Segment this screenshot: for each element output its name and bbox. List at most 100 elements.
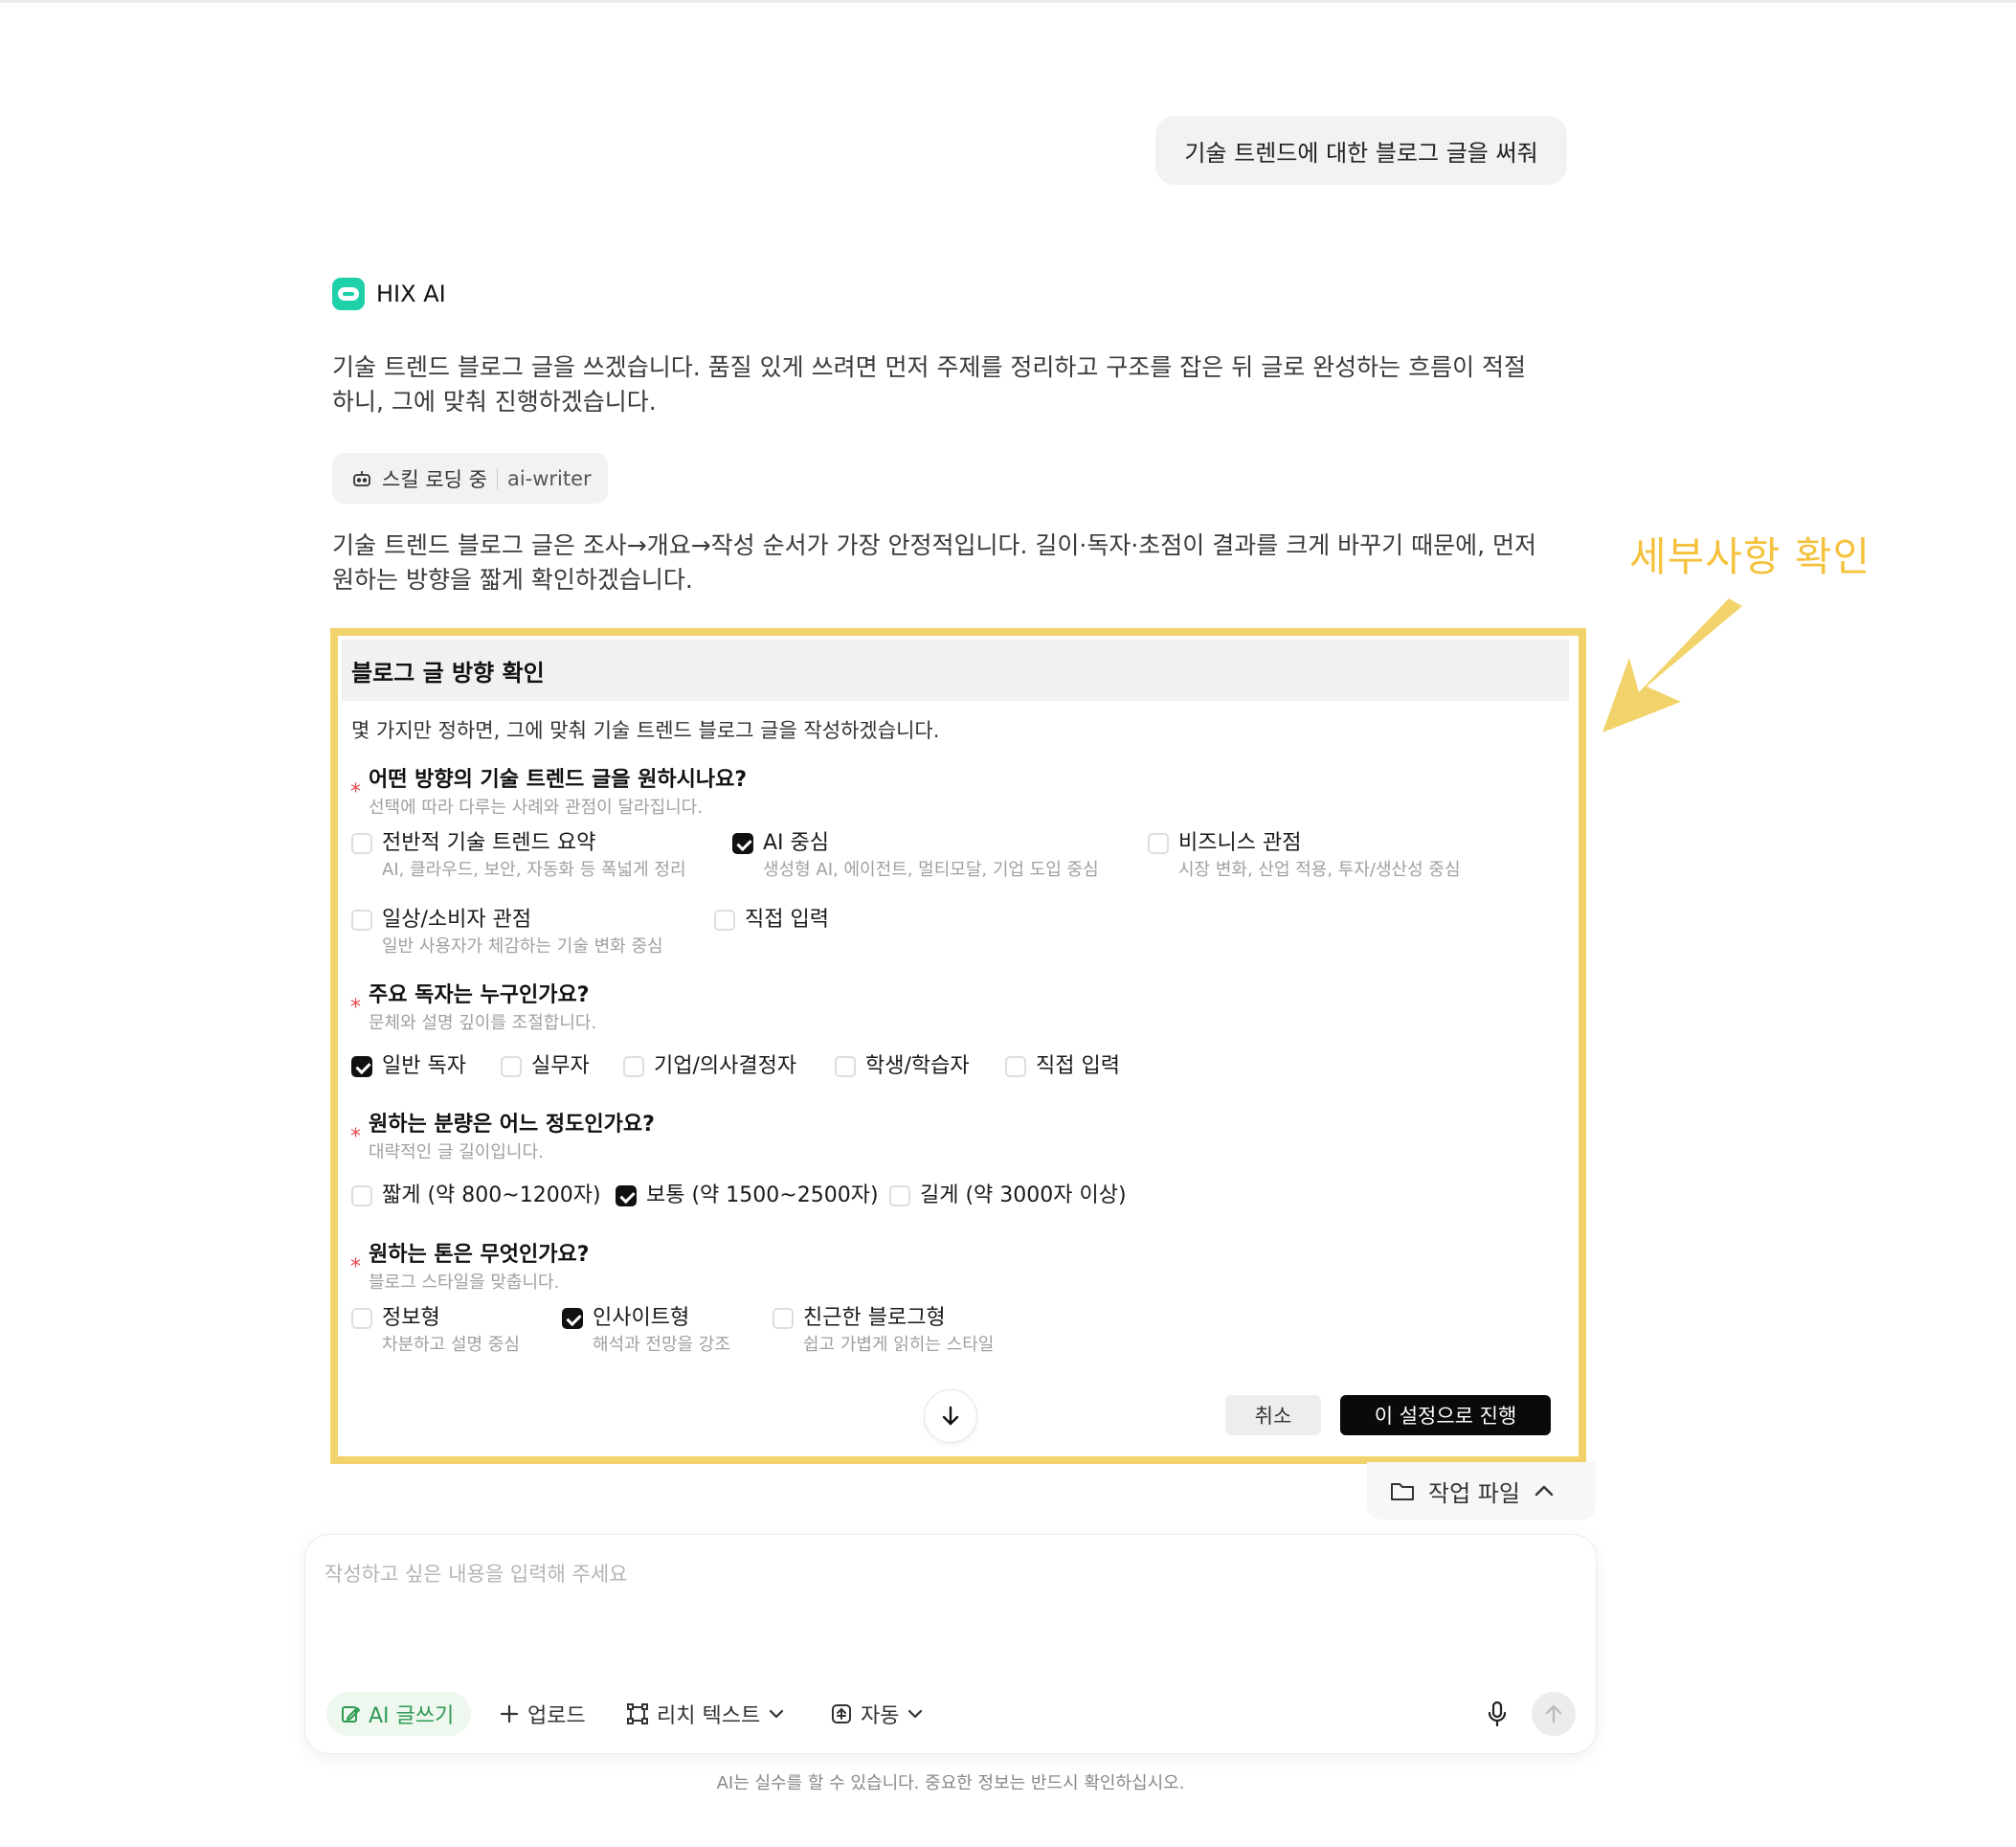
- assistant-intro-text: 기술 트렌드 블로그 글을 쓰겠습니다. 품질 있게 쓰려면 먼저 주제를 정리…: [332, 350, 1567, 419]
- option-label: 일반 독자: [382, 1054, 466, 1078]
- auto-mode-dropdown[interactable]: 자동: [830, 1692, 924, 1736]
- upload-label: 업로드: [527, 1704, 586, 1728]
- option-label: 짧게 (약 800~1200자): [382, 1183, 601, 1207]
- checkbox-checked[interactable]: [732, 833, 753, 854]
- checkbox[interactable]: [889, 1185, 910, 1206]
- option-desc: AI, 클라우드, 보안, 자동화 등 폭넓게 정리: [382, 860, 686, 880]
- microphone-button[interactable]: [1483, 1700, 1512, 1728]
- scroll-down-button[interactable]: [924, 1389, 977, 1443]
- checkbox-checked[interactable]: [616, 1185, 637, 1206]
- folder-icon: [1391, 1483, 1414, 1500]
- option-label: AI 중심: [763, 831, 830, 855]
- proceed-button[interactable]: 이 설정으로 진행: [1340, 1395, 1551, 1435]
- option-tone-insight[interactable]: 인사이트형 해석과 전망을 강조: [562, 1304, 730, 1358]
- skill-name: ai-writer: [506, 466, 592, 490]
- chevron-down-icon: [770, 1709, 784, 1719]
- checkbox[interactable]: [501, 1056, 522, 1077]
- message-input[interactable]: [323, 1556, 1571, 1592]
- form-intro: 몇 가지만 정하면, 그에 맞춰 기술 트렌드 블로그 글을 작성하겠습니다.: [351, 719, 940, 742]
- option-label: 일상/소비자 관점: [382, 908, 532, 932]
- checkbox-checked[interactable]: [351, 1056, 372, 1077]
- assistant-followup-line: 기술 트렌드 블로그 글은 조사→개요→작성 순서가 가장 안정적입니다. 길이…: [332, 531, 1536, 559]
- rich-text-label: 리치 텍스트: [657, 1704, 761, 1728]
- checkbox[interactable]: [351, 910, 372, 931]
- required-asterisk: *: [350, 996, 361, 1020]
- work-files-toggle[interactable]: 작업 파일: [1367, 1462, 1596, 1520]
- question-subtitle: 블로그 스타일을 맞춥니다.: [369, 1273, 560, 1293]
- question-title: 원하는 분량은 어느 정도인가요?: [369, 1113, 655, 1137]
- assistant-name: HIX AI: [376, 281, 446, 307]
- chip-divider: [496, 467, 498, 489]
- assistant-followup-line: 원하는 방향을 짧게 확인하겠습니다.: [332, 566, 693, 594]
- auto-mode-label: 자동: [861, 1704, 900, 1728]
- question-subtitle: 문체와 설명 깊이를 조절합니다.: [369, 1013, 597, 1033]
- form-title-text: 블로그 글 방향 확인: [351, 659, 545, 687]
- checkbox-checked[interactable]: [562, 1308, 583, 1329]
- checkbox[interactable]: [351, 833, 372, 854]
- option-desc: 해석과 전망을 강조: [593, 1335, 730, 1355]
- option-desc: 차분하고 설명 중심: [382, 1335, 520, 1355]
- upload-button[interactable]: 업로드: [499, 1692, 586, 1736]
- question-title: 어떤 방향의 기술 트렌드 글을 원하시나요?: [369, 768, 748, 792]
- option-decision-maker[interactable]: 기업/의사결정자: [623, 1052, 796, 1081]
- option-label: 길게 (약 3000자 이상): [920, 1183, 1127, 1207]
- option-custom-direction[interactable]: 직접 입력: [714, 906, 829, 935]
- assistant-intro-line: 기술 트렌드 블로그 글을 쓰겠습니다. 품질 있게 쓰려면 먼저 주제를 정리…: [332, 353, 1527, 381]
- robot-icon: [353, 470, 370, 486]
- disclaimer: AI는 실수를 할 수 있습니다. 중요한 정보는 반드시 확인하십시오.: [716, 1773, 1185, 1793]
- option-desc: 쉽고 가볍게 읽히는 스타일: [803, 1335, 995, 1355]
- option-length-long[interactable]: 길게 (약 3000자 이상): [889, 1182, 1127, 1210]
- option-label: 인사이트형: [593, 1306, 690, 1330]
- option-label: 직접 입력: [745, 908, 829, 932]
- checkbox[interactable]: [351, 1185, 372, 1206]
- ai-write-button[interactable]: AI 글쓰기: [326, 1692, 472, 1736]
- option-tone-friendly[interactable]: 친근한 블로그형 쉽고 가볍게 읽히는 스타일: [773, 1304, 994, 1358]
- checkbox[interactable]: [351, 1308, 372, 1329]
- required-asterisk: *: [350, 780, 361, 804]
- checkbox[interactable]: [714, 910, 735, 931]
- top-divider: [0, 0, 2016, 3]
- option-practitioner[interactable]: 실무자: [501, 1052, 590, 1081]
- checkbox[interactable]: [1005, 1056, 1026, 1077]
- option-student[interactable]: 학생/학습자: [835, 1052, 970, 1081]
- option-consumer[interactable]: 일상/소비자 관점 일반 사용자가 체감하는 기술 변화 중심: [351, 906, 663, 959]
- option-desc: 생성형 AI, 에이전트, 멀티모달, 기업 도입 중심: [763, 860, 1099, 880]
- option-general-reader[interactable]: 일반 독자: [351, 1052, 466, 1081]
- question-subtitle: 대략적인 글 길이입니다.: [369, 1142, 544, 1162]
- checkbox[interactable]: [1148, 833, 1169, 854]
- option-desc: 시장 변화, 산업 적용, 투자/생산성 중심: [1178, 860, 1461, 880]
- auto-mode-icon: [832, 1704, 851, 1723]
- option-tone-informative[interactable]: 정보형 차분하고 설명 중심: [351, 1304, 520, 1358]
- user-message-bubble: 기술 트렌드에 대한 블로그 글을 써줘: [1155, 116, 1567, 185]
- option-length-medium[interactable]: 보통 (약 1500~2500자): [616, 1182, 879, 1210]
- annotation-label: 세부사항 확인: [1629, 533, 1871, 580]
- option-label: 직접 입력: [1036, 1054, 1120, 1078]
- send-button[interactable]: [1532, 1692, 1576, 1736]
- checkbox[interactable]: [835, 1056, 856, 1077]
- message-composer: AI 글쓰기 업로드 리치 텍스트 자동: [304, 1534, 1597, 1754]
- checkbox[interactable]: [773, 1308, 794, 1329]
- chevron-down-icon: [908, 1709, 923, 1719]
- required-asterisk: *: [350, 1255, 361, 1279]
- work-files-label: 작업 파일: [1428, 1479, 1520, 1507]
- rich-text-frame-icon: [627, 1703, 648, 1724]
- plus-icon: [500, 1704, 519, 1723]
- ai-write-label: AI 글쓰기: [369, 1704, 455, 1728]
- option-custom-reader[interactable]: 직접 입력: [1005, 1052, 1120, 1081]
- option-business[interactable]: 비즈니스 관점 시장 변화, 산업 적용, 투자/생산성 중심: [1148, 829, 1461, 883]
- option-ai-focus[interactable]: AI 중심 생성형 AI, 에이전트, 멀티모달, 기업 도입 중심: [732, 829, 1099, 883]
- rich-text-dropdown[interactable]: 리치 텍스트: [626, 1692, 785, 1736]
- option-length-short[interactable]: 짧게 (약 800~1200자): [351, 1182, 601, 1210]
- form-title: 블로그 글 방향 확인: [342, 640, 1569, 701]
- option-desc: 일반 사용자가 체감하는 기술 변화 중심: [382, 936, 663, 957]
- option-label: 기업/의사결정자: [654, 1054, 797, 1078]
- skill-status: 스킬 로딩 중: [382, 467, 487, 491]
- user-message-text: 기술 트렌드에 대한 블로그 글을 써줘: [1184, 139, 1538, 167]
- cancel-button[interactable]: 취소: [1225, 1395, 1321, 1435]
- option-general-trends[interactable]: 전반적 기술 트렌드 요약 AI, 클라우드, 보안, 자동화 등 폭넓게 정리: [351, 829, 686, 883]
- assistant-followup-text: 기술 트렌드 블로그 글은 조사→개요→작성 순서가 가장 안정적입니다. 길이…: [332, 529, 1567, 597]
- required-asterisk: *: [350, 1125, 361, 1149]
- checkbox[interactable]: [623, 1056, 644, 1077]
- assistant-header: HIX AI: [332, 277, 446, 311]
- question-title: 주요 독자는 누구인가요?: [369, 983, 590, 1007]
